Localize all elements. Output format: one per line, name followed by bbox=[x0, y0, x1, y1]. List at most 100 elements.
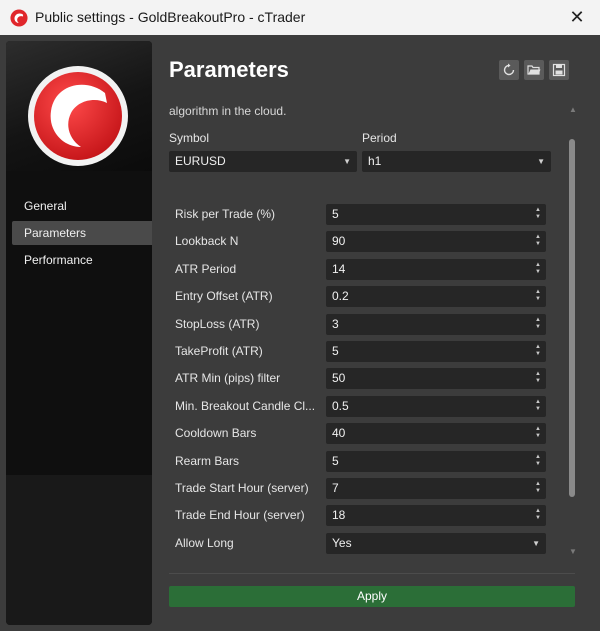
param-number-input[interactable]: 5 ▲ ▼ bbox=[326, 204, 546, 225]
close-icon: ✕ bbox=[569, 7, 585, 27]
increment-icon[interactable]: ▲ bbox=[534, 371, 542, 378]
param-number-input[interactable]: 3 ▲ ▼ bbox=[326, 313, 546, 335]
param-value: 0.2 bbox=[332, 289, 349, 304]
period-label: Period bbox=[362, 131, 397, 145]
decrement-icon[interactable]: ▼ bbox=[534, 461, 542, 468]
param-value: 5 bbox=[332, 344, 339, 358]
sidebar: General Parameters Performance bbox=[6, 41, 152, 625]
chevron-down-icon: ▼ bbox=[532, 538, 540, 548]
decrement-icon[interactable]: ▼ bbox=[534, 378, 542, 385]
reset-button[interactable] bbox=[499, 60, 519, 80]
param-label: Allow Long bbox=[175, 535, 234, 550]
param-number-input[interactable]: 50 ▲ ▼ bbox=[326, 368, 546, 390]
param-value: 7 bbox=[332, 481, 339, 495]
param-label: Min. Breakout Candle Cl... bbox=[175, 398, 316, 413]
param-row: Min. Breakout Candle Cl... 0.5 ▲ ▼ bbox=[169, 395, 566, 417]
param-number-input[interactable]: 0.2 ▲ ▼ bbox=[326, 286, 546, 308]
param-value: 50 bbox=[332, 371, 346, 386]
window-title: Public settings - GoldBreakoutPro - cTra… bbox=[35, 9, 306, 25]
param-label: ATR Period bbox=[175, 261, 237, 276]
decrement-icon[interactable]: ▼ bbox=[534, 241, 542, 248]
save-button[interactable] bbox=[549, 60, 569, 80]
param-number-input[interactable]: 18 ▲ ▼ bbox=[326, 505, 546, 527]
param-value: 90 bbox=[332, 234, 346, 249]
period-select[interactable]: h1 ▼ bbox=[362, 151, 551, 172]
decrement-icon[interactable]: ▼ bbox=[534, 351, 542, 358]
divider bbox=[169, 573, 575, 574]
param-label: Lookback N bbox=[175, 234, 239, 249]
increment-icon[interactable]: ▲ bbox=[534, 481, 542, 488]
param-row: TakeProfit (ATR) 5 ▲ ▼ bbox=[169, 341, 566, 362]
increment-icon[interactable]: ▲ bbox=[534, 234, 542, 241]
param-row: Risk per Trade (%) 5 ▲ ▼ bbox=[169, 204, 566, 225]
decrement-icon[interactable]: ▼ bbox=[534, 515, 542, 522]
spinner: ▲ ▼ bbox=[534, 508, 542, 523]
decrement-icon[interactable]: ▼ bbox=[534, 406, 542, 413]
spinner: ▲ ▼ bbox=[534, 454, 542, 469]
decrement-icon[interactable]: ▼ bbox=[534, 488, 542, 495]
param-value: 18 bbox=[332, 508, 346, 523]
sidebar-item-parameters[interactable]: Parameters bbox=[12, 221, 152, 245]
spinner: ▲ ▼ bbox=[534, 234, 542, 249]
decrement-icon[interactable]: ▼ bbox=[534, 269, 542, 276]
spinner: ▲ ▼ bbox=[534, 481, 542, 496]
save-icon bbox=[552, 63, 566, 77]
sidebar-item-performance[interactable]: Performance bbox=[12, 248, 152, 272]
param-value: Yes bbox=[332, 535, 352, 550]
increment-icon[interactable]: ▲ bbox=[534, 454, 542, 461]
param-label: Entry Offset (ATR) bbox=[175, 289, 273, 304]
apply-button[interactable]: Apply bbox=[169, 586, 575, 607]
param-label: Trade End Hour (server) bbox=[175, 508, 305, 523]
param-number-input[interactable]: 0.5 ▲ ▼ bbox=[326, 395, 546, 417]
close-button[interactable]: ✕ bbox=[554, 0, 600, 35]
decrement-icon[interactable]: ▼ bbox=[534, 433, 542, 440]
param-label: Cooldown Bars bbox=[175, 426, 257, 441]
decrement-icon[interactable]: ▼ bbox=[534, 296, 542, 303]
scroll-down-icon[interactable]: ▼ bbox=[566, 547, 580, 556]
increment-icon[interactable]: ▲ bbox=[534, 289, 542, 296]
spinner: ▲ ▼ bbox=[534, 262, 542, 277]
description-text: algorithm in the cloud. bbox=[169, 104, 287, 118]
increment-icon[interactable]: ▲ bbox=[534, 344, 542, 351]
param-number-input[interactable]: 14 ▲ ▼ bbox=[326, 258, 546, 280]
increment-icon[interactable]: ▲ bbox=[534, 207, 542, 214]
period-value: h1 bbox=[368, 154, 382, 168]
param-number-input[interactable]: 5 ▲ ▼ bbox=[326, 450, 546, 472]
sidebar-nav: General Parameters Performance bbox=[12, 194, 152, 275]
open-button[interactable] bbox=[524, 60, 544, 80]
increment-icon[interactable]: ▲ bbox=[534, 399, 542, 406]
param-value: 0.5 bbox=[332, 398, 349, 413]
param-number-input[interactable]: 5 ▲ ▼ bbox=[326, 341, 546, 362]
param-row: Entry Offset (ATR) 0.2 ▲ ▼ bbox=[169, 286, 566, 308]
param-row: Allow Long Yes ▼ bbox=[169, 532, 566, 554]
param-row: Trade Start Hour (server) 7 ▲ ▼ bbox=[169, 478, 566, 499]
parameters-scroll-area[interactable]: algorithm in the cloud. Symbol Period EU… bbox=[169, 101, 566, 565]
increment-icon[interactable]: ▲ bbox=[534, 508, 542, 515]
symbol-label: Symbol bbox=[169, 131, 210, 145]
param-select[interactable]: Yes ▼ bbox=[326, 532, 546, 554]
param-number-input[interactable]: 40 ▲ ▼ bbox=[326, 423, 546, 445]
spinner: ▲ ▼ bbox=[534, 399, 542, 414]
spinner: ▲ ▼ bbox=[534, 371, 542, 386]
increment-icon[interactable]: ▲ bbox=[534, 426, 542, 433]
decrement-icon[interactable]: ▼ bbox=[534, 324, 542, 331]
spinner: ▲ ▼ bbox=[534, 207, 542, 222]
param-row: ATR Min (pips) filter 50 ▲ ▼ bbox=[169, 368, 566, 390]
param-number-input[interactable]: 90 ▲ ▼ bbox=[326, 231, 546, 253]
vertical-scrollbar[interactable]: ▲ ▼ bbox=[566, 101, 580, 565]
spinner: ▲ ▼ bbox=[534, 426, 542, 441]
param-number-input[interactable]: 7 ▲ ▼ bbox=[326, 478, 546, 499]
param-label: Risk per Trade (%) bbox=[175, 207, 276, 221]
increment-icon[interactable]: ▲ bbox=[534, 262, 542, 269]
increment-icon[interactable]: ▲ bbox=[534, 317, 542, 324]
scrollbar-thumb[interactable] bbox=[569, 139, 575, 497]
param-label: Trade Start Hour (server) bbox=[175, 481, 309, 495]
symbol-select[interactable]: EURUSD ▼ bbox=[169, 151, 357, 172]
ctrader-logo-icon bbox=[10, 9, 28, 27]
sidebar-item-general[interactable]: General bbox=[12, 194, 152, 218]
param-label: TakeProfit (ATR) bbox=[175, 344, 263, 358]
ctrader-logo-icon bbox=[28, 66, 128, 166]
param-label: StopLoss (ATR) bbox=[175, 316, 260, 331]
scroll-up-icon[interactable]: ▲ bbox=[566, 105, 580, 114]
decrement-icon[interactable]: ▼ bbox=[534, 214, 542, 221]
